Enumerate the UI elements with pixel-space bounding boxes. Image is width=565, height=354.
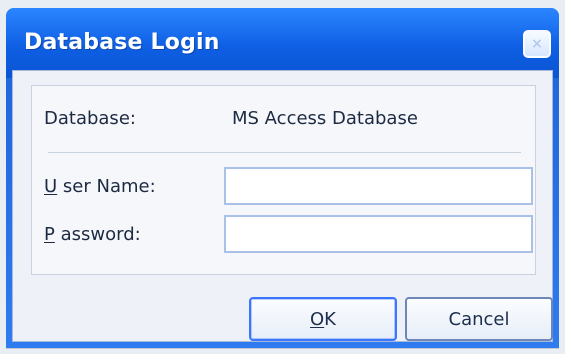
title-bar[interactable]: Database Login × xyxy=(6,8,559,78)
password-label: P assword: xyxy=(44,224,141,245)
password-mnemonic: P xyxy=(44,224,55,245)
database-login-dialog: Database Login × Database: MS Access Dat… xyxy=(6,8,559,348)
close-icon: × xyxy=(531,36,543,52)
dialog-client-area: Database: MS Access Database U ser Name:… xyxy=(12,70,553,342)
cancel-button[interactable]: Cancel xyxy=(405,297,553,341)
login-form-group: Database: MS Access Database U ser Name:… xyxy=(31,85,536,275)
ok-button[interactable]: OK xyxy=(249,297,397,341)
user-name-field[interactable] xyxy=(224,167,533,205)
password-field[interactable] xyxy=(224,215,533,253)
user-name-label: U ser Name: xyxy=(44,176,156,197)
ok-mnemonic: O xyxy=(310,308,325,330)
separator xyxy=(48,152,521,153)
ok-label-rest: K xyxy=(324,308,336,330)
password-label-rest: assword: xyxy=(60,224,141,245)
cancel-label: Cancel xyxy=(448,308,510,330)
user-name-label-rest: ser Name: xyxy=(62,176,156,197)
dialog-title: Database Login xyxy=(24,30,220,55)
close-button[interactable]: × xyxy=(523,30,551,58)
database-label: Database: xyxy=(44,108,136,129)
database-value: MS Access Database xyxy=(232,108,418,129)
user-name-mnemonic: U xyxy=(44,176,58,197)
